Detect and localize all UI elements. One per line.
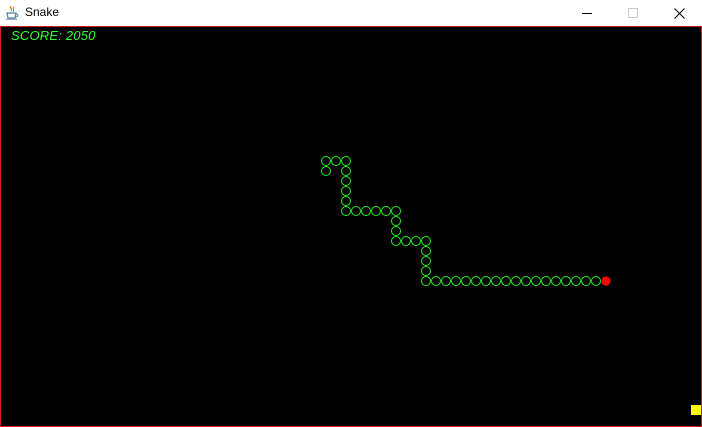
snake-segment: [421, 246, 431, 256]
snake-segment: [381, 206, 391, 216]
snake-segment: [351, 206, 361, 216]
snake-segment: [321, 156, 331, 166]
snake-segment: [341, 176, 351, 186]
snake-segment: [531, 276, 541, 286]
snake-segment: [421, 236, 431, 246]
snake-segment: [431, 276, 441, 286]
snake-segment: [561, 276, 571, 286]
snake-segment: [361, 206, 371, 216]
snake-segment: [551, 276, 561, 286]
app-window: Snake SCORE: 2050: [0, 0, 702, 427]
snake-segment: [341, 206, 351, 216]
snake-segment: [341, 166, 351, 176]
snake-segment: [391, 216, 401, 226]
snake-segment: [461, 276, 471, 286]
snake-segment: [421, 256, 431, 266]
snake-segment: [341, 186, 351, 196]
snake-segment: [331, 156, 341, 166]
snake-segment: [341, 196, 351, 206]
snake-segment: [371, 206, 381, 216]
snake-segment: [341, 156, 351, 166]
snake-segment: [391, 226, 401, 236]
snake-segment: [491, 276, 501, 286]
snake-segment: [391, 206, 401, 216]
snake-segment: [451, 276, 461, 286]
snake-segment: [501, 276, 511, 286]
snake-segment: [401, 236, 411, 246]
snake-segment: [571, 276, 581, 286]
snake-segment: [471, 276, 481, 286]
snake-head: [601, 276, 611, 286]
snake-segment: [421, 266, 431, 276]
snake-segment: [411, 236, 421, 246]
snake-segment: [481, 276, 491, 286]
snake-segment: [321, 166, 331, 176]
snake-segment: [591, 276, 601, 286]
snake-segment: [541, 276, 551, 286]
snake-segment: [521, 276, 531, 286]
snake-segment: [581, 276, 591, 286]
snake-segment: [421, 276, 431, 286]
game-canvas: [321, 156, 701, 415]
food-pellet: [691, 405, 701, 415]
snake-segment: [391, 236, 401, 246]
score-label: SCORE: 2050: [11, 28, 96, 43]
snake-segment: [511, 276, 521, 286]
snake-segment: [441, 276, 451, 286]
